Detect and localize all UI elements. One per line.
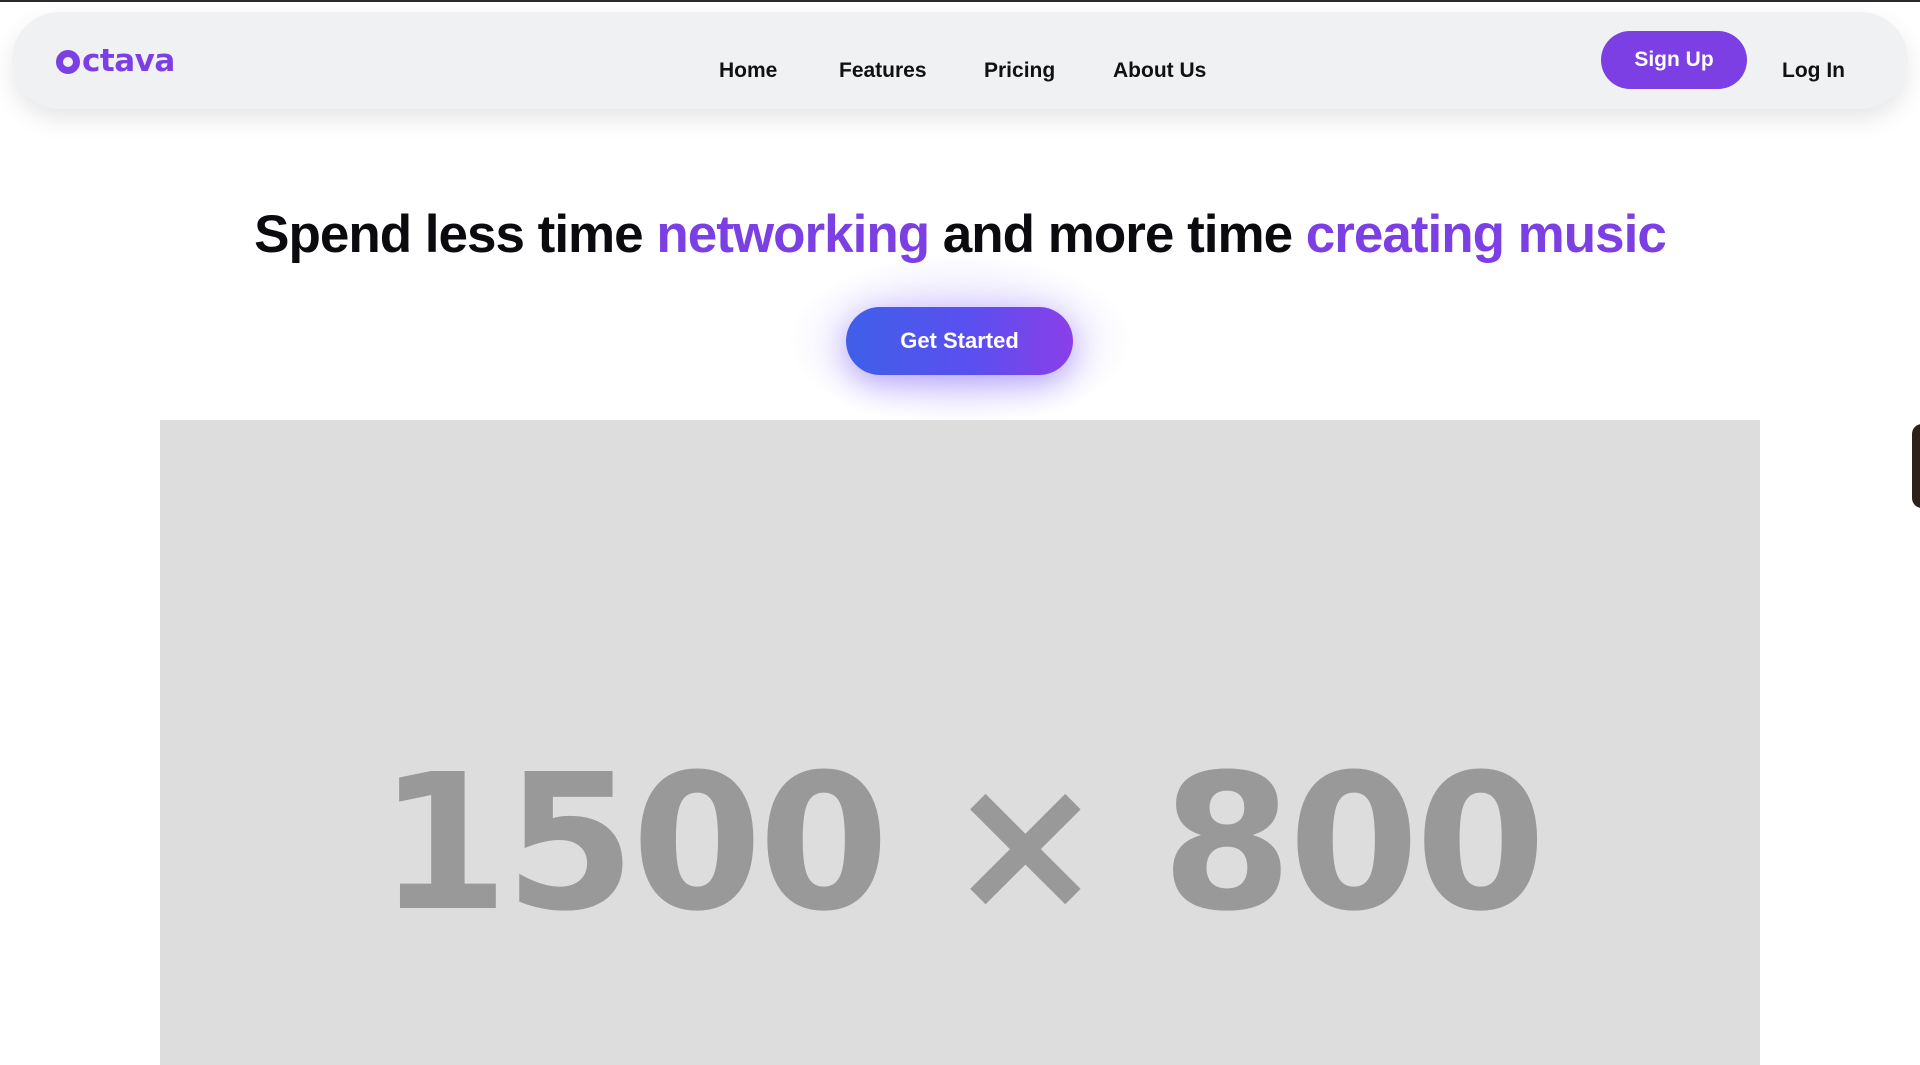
placeholder-dimensions-text: 1500 × 800 xyxy=(377,734,1546,953)
navbar: ctava Home Features Pricing About Us Sig… xyxy=(12,12,1908,109)
hero-title-part-1: Spend less time xyxy=(254,205,657,264)
window-top-border xyxy=(0,0,1920,2)
hero-title-highlight-creating-music: creating music xyxy=(1305,205,1667,264)
hero-image-placeholder: 1500 × 800 xyxy=(160,420,1760,1065)
sign-up-button[interactable]: Sign Up xyxy=(1601,31,1747,89)
log-in-link[interactable]: Log In xyxy=(1782,59,1845,83)
nav-item-home[interactable]: Home xyxy=(719,59,777,83)
get-started-button[interactable]: Get Started xyxy=(846,307,1073,375)
nav-item-features[interactable]: Features xyxy=(839,59,927,83)
logo-ring-icon xyxy=(56,50,80,74)
logo[interactable]: ctava xyxy=(56,43,175,79)
logo-text: ctava xyxy=(82,43,175,79)
side-feedback-tab[interactable] xyxy=(1912,424,1920,508)
nav-item-about-us[interactable]: About Us xyxy=(1113,59,1206,83)
nav-item-pricing[interactable]: Pricing xyxy=(984,59,1055,83)
hero-title-highlight-networking: networking xyxy=(656,205,930,264)
